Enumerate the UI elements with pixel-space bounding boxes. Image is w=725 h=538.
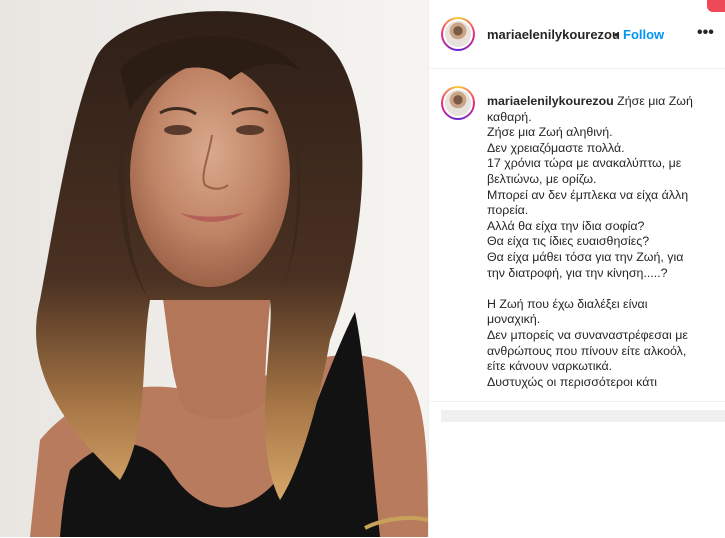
caption-line: Δεν μπορείς να συναναστρέφεσαι με: [487, 327, 688, 342]
caption-text: Ζήσε μια Ζωή: [617, 94, 693, 108]
caption-line: Δεν χρειαζόμαστε πολλά.: [487, 140, 625, 155]
caption-line: Θα είχα τις ίδιες ευαισθησίες?: [487, 234, 650, 249]
comments-area[interactable]: mariaelenilykourezou Ζήσε μια Ζωή καθαρή…: [429, 69, 725, 400]
post-photo[interactable]: [0, 0, 428, 537]
caption-line: Ζήσε μια Ζωή αληθινή.: [487, 125, 613, 140]
caption-line: Η Ζωή που έχω διαλέξει είναι: [487, 296, 648, 311]
caption-author[interactable]: mariaelenilykourezou: [487, 94, 614, 108]
post-header: mariaelenilykourezou • Follow •••: [429, 0, 725, 69]
selfie-image: [0, 0, 428, 537]
caption-line: καθαρή.: [487, 109, 532, 124]
caption-line: βελτιώνω, με ορίζω.: [487, 171, 597, 186]
caption-line: Αλλά θα είχα την ίδια σοφία?: [487, 218, 645, 233]
post-footer: [429, 401, 725, 538]
caption-line: Θα είχα μάθει τόσα για την Ζωή, για: [487, 249, 684, 264]
caption-line: είτε κάνουν ναρκωτικά.: [487, 359, 613, 374]
post-caption: mariaelenilykourezou Ζήσε μια Ζωή καθαρή…: [487, 94, 709, 390]
caption-line: μοναχική.: [487, 312, 541, 327]
caption-line: ανθρώπους που πίνουν είτε αλκοόλ,: [487, 343, 687, 358]
profile-avatar-icon[interactable]: [441, 17, 475, 51]
author-username[interactable]: mariaelenilykourezou: [487, 27, 620, 42]
follow-button[interactable]: Follow: [623, 27, 664, 42]
action-bar-placeholder: [441, 410, 725, 422]
caption-line: πορεία.: [487, 203, 529, 218]
caption-line: την διατροφή, για την κίνηση.....?: [487, 265, 668, 280]
post-side-panel: mariaelenilykourezou • Follow ••• mariae…: [428, 0, 725, 537]
profile-avatar-icon[interactable]: [441, 86, 475, 120]
separator-dot: •: [614, 27, 619, 42]
caption-line: Μπορεί αν δεν έμπλεκα να είχα άλλη: [487, 187, 689, 202]
caption-line: 17 χρόνια τώρα με ανακαλύπτω, με: [487, 156, 682, 171]
more-options-icon[interactable]: •••: [697, 24, 714, 42]
caption-line: Δυστυχώς οι περισσότεροι κάτι: [487, 374, 658, 389]
